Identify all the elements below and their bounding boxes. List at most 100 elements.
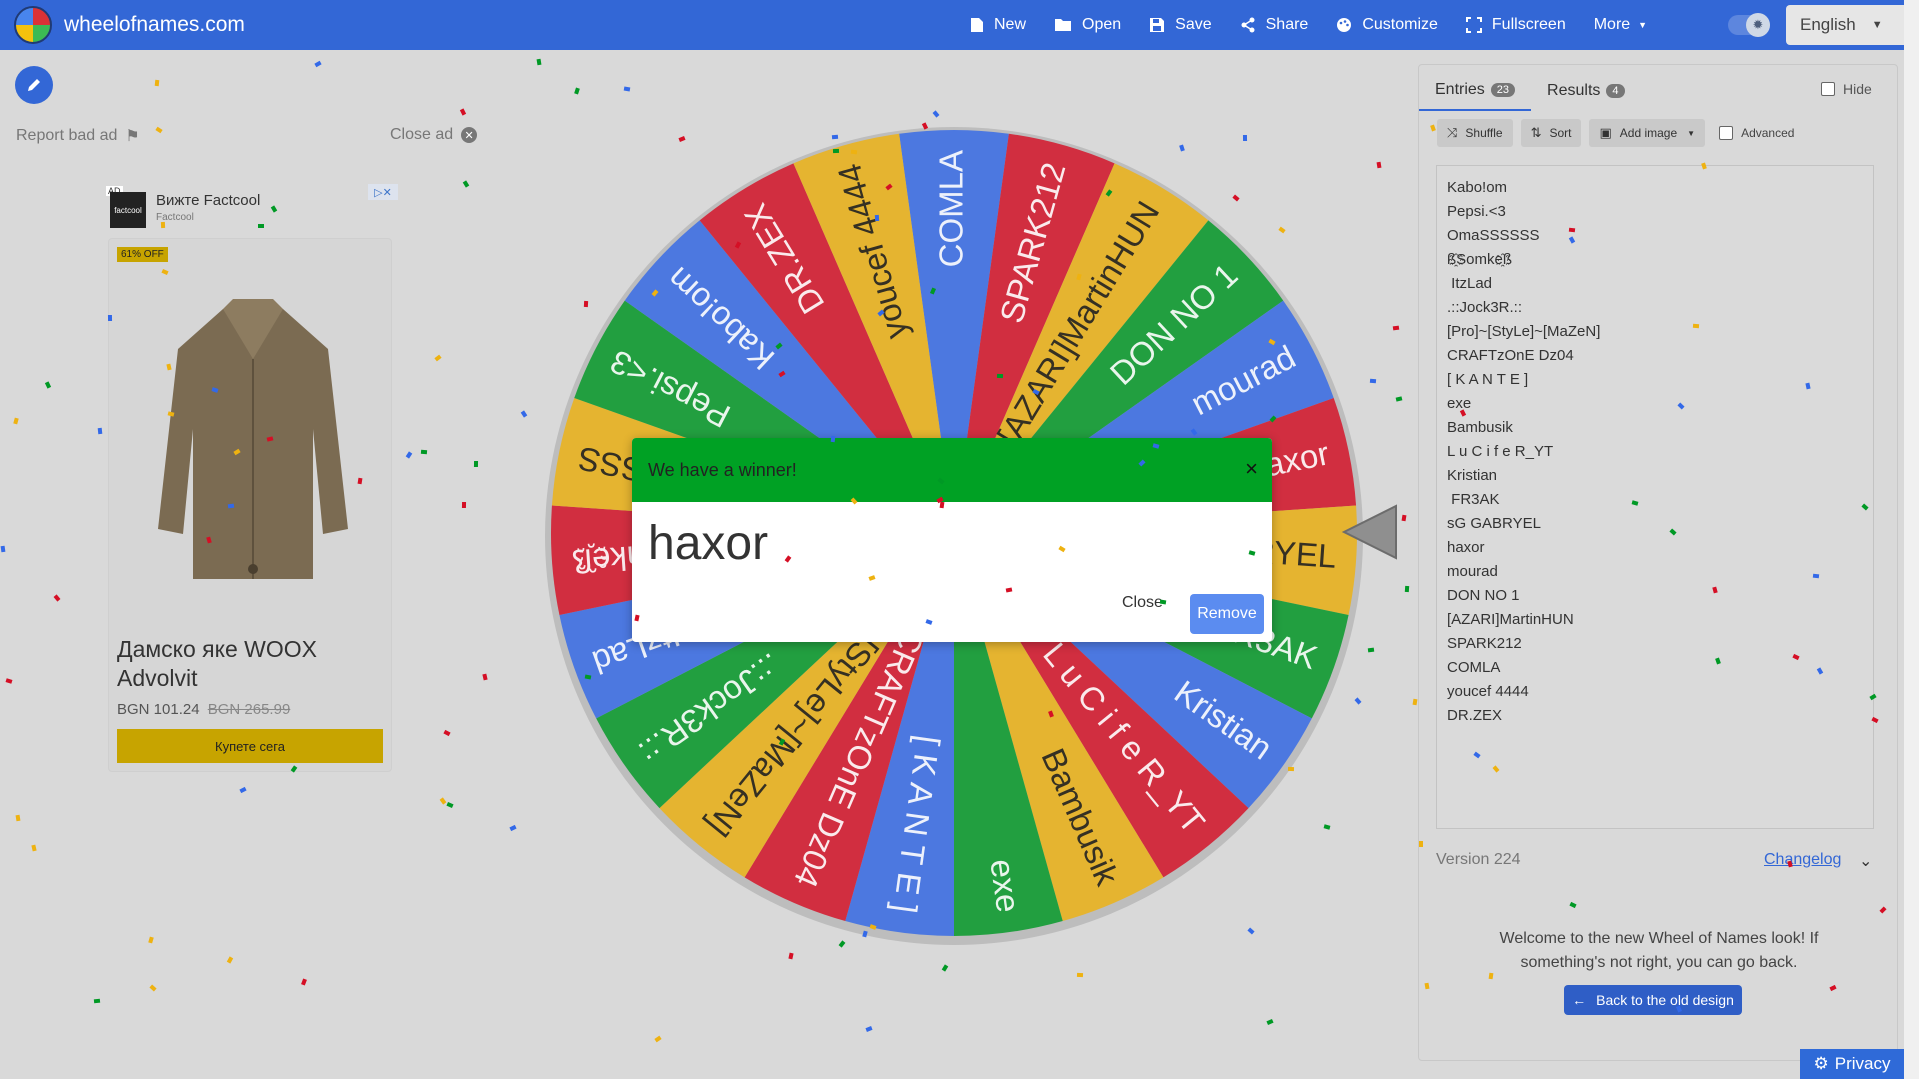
confetti-piece	[1812, 573, 1820, 579]
confetti-piece	[1404, 585, 1410, 593]
confetti-piece	[1419, 841, 1423, 847]
wheel-pointer-icon	[1341, 504, 1397, 560]
fullscreen-button[interactable]: Fullscreen	[1465, 16, 1566, 34]
tab-results-label: Results	[1547, 82, 1601, 99]
ad-buy-button[interactable]: Купете сега	[117, 729, 383, 763]
chevron-down-icon[interactable]: ⌄	[1859, 851, 1872, 871]
ad-product-title[interactable]: Дамско яке WOOX Advolvit	[117, 635, 387, 693]
winner-name: haxor	[648, 517, 769, 570]
confetti-piece	[939, 501, 945, 509]
advertiser-name[interactable]: Вижте Factcool	[156, 192, 260, 209]
close-ad-label: Close ad	[390, 126, 454, 143]
confetti-piece	[1287, 766, 1295, 772]
shuffle-label: Shuffle	[1465, 126, 1503, 140]
tab-entries-label: Entries	[1435, 81, 1485, 98]
old-design-button[interactable]: ← Back to the old design	[1564, 985, 1742, 1015]
advanced-checkbox[interactable]: Advanced	[1719, 126, 1794, 140]
jacket-image[interactable]	[153, 289, 353, 589]
checkbox-icon	[1719, 126, 1734, 140]
tab-results[interactable]: Results 4	[1531, 71, 1640, 111]
new-button[interactable]: New	[970, 16, 1026, 34]
dialog-remove-button[interactable]: Remove	[1190, 594, 1264, 634]
sort-label: Sort	[1549, 126, 1572, 140]
report-ad-label: Report bad ad	[16, 127, 118, 144]
confetti-piece	[1376, 161, 1382, 169]
add-image-label: Add image	[1619, 126, 1678, 140]
language-select[interactable]: English ▼	[1786, 5, 1908, 45]
advanced-label: Advanced	[1741, 126, 1795, 140]
share-button[interactable]: Share	[1240, 16, 1309, 34]
confetti-piece	[461, 501, 467, 509]
advertiser-logo: factcool	[110, 192, 146, 228]
close-icon[interactable]: ×	[1245, 456, 1258, 482]
dialog-close-button[interactable]: Close	[1122, 594, 1163, 612]
ad-current-price: BGN 101.24	[117, 701, 200, 718]
entry-line: Pepsi.<3	[1447, 203, 1506, 220]
customize-label: Customize	[1362, 16, 1438, 33]
share-label: Share	[1265, 16, 1309, 33]
old-design-label: Back to the old design	[1596, 992, 1734, 1008]
top-navbar: wheelofnames.com New Open Save Share Cus…	[0, 0, 1919, 50]
more-button[interactable]: More ▼	[1594, 16, 1647, 34]
confetti-piece	[831, 134, 839, 140]
entry-line: youcef 4444	[1447, 683, 1529, 700]
chevron-down-icon: ▼	[1687, 128, 1696, 138]
entry-line: FR3AK	[1447, 491, 1500, 508]
sort-button[interactable]: ⇅ Sort	[1520, 119, 1582, 147]
save-label: Save	[1175, 16, 1212, 33]
confetti-piece	[227, 503, 235, 509]
confetti-piece	[623, 86, 631, 92]
save-button[interactable]: Save	[1149, 16, 1212, 34]
tab-entries[interactable]: Entries 23	[1419, 71, 1532, 111]
entries-textarea[interactable]: Kabo!om Pepsi.<3 OmaSSSSSS ß҈Somke҈ß ItzLad…	[1436, 165, 1874, 829]
ad-choices-icon[interactable]: ▷✕	[368, 184, 398, 200]
confetti-piece	[97, 427, 103, 435]
privacy-button[interactable]: ⚙ Privacy	[1800, 1049, 1904, 1079]
report-ad-link[interactable]: Report bad ad ⚑	[16, 126, 140, 146]
confetti-piece	[258, 224, 264, 228]
close-ad-link[interactable]: Close ad ✕	[390, 126, 478, 144]
confetti-piece	[420, 449, 428, 455]
ad-card[interactable]: 61% OFF Дамско яке WOOX Advolvit BGN 101…	[108, 238, 392, 772]
welcome-message: Welcome to the new Wheel of Names look! …	[1499, 930, 1819, 971]
logo-icon	[14, 6, 52, 44]
confetti-piece	[996, 373, 1004, 379]
entry-line: mourad	[1447, 563, 1498, 580]
entry-line: OmaSSSSSS	[1447, 227, 1540, 244]
dialog-header: We have a winner! ×	[632, 438, 1272, 502]
language-label: English	[1800, 15, 1856, 34]
shuffle-button[interactable]: ⤨ Shuffle	[1437, 119, 1513, 147]
confetti-piece	[0, 545, 6, 553]
sun-icon: ✹	[1746, 13, 1770, 37]
confetti-piece	[584, 674, 592, 680]
confetti-piece	[1568, 227, 1576, 233]
entry-line: Kabo!om	[1447, 179, 1508, 196]
page-scrollbar[interactable]	[1904, 0, 1919, 1079]
dark-mode-toggle[interactable]: ✹	[1728, 13, 1770, 37]
close-circle-icon: ✕	[461, 127, 478, 143]
brand[interactable]: wheelofnames.com	[14, 6, 245, 44]
open-button[interactable]: Open	[1054, 16, 1121, 34]
chevron-down-icon: ▼	[1871, 19, 1883, 31]
fullscreen-icon	[1465, 17, 1482, 33]
edit-button[interactable]	[15, 66, 53, 104]
entry-line: ItzLad	[1447, 275, 1493, 292]
entry-line: CRAFTzOnE Dz04	[1447, 347, 1574, 364]
confetti-piece	[1367, 647, 1375, 653]
confetti-piece	[1488, 972, 1494, 980]
entry-line: Bambusik	[1447, 419, 1513, 436]
entry-line: Kristian	[1447, 467, 1498, 484]
entries-panel: Entries 23 Results 4 Hide ⤨ Shuffle ⇅ So…	[1418, 64, 1898, 1061]
customize-button[interactable]: Customize	[1336, 16, 1438, 34]
changelog-link[interactable]: Changelog	[1764, 851, 1841, 869]
hide-checkbox[interactable]: Hide	[1821, 81, 1872, 97]
discount-badge: 61% OFF	[117, 247, 168, 262]
add-image-button[interactable]: ▣ Add image ▼	[1589, 119, 1706, 147]
entry-line: [AZARI]MartinHUN	[1447, 611, 1574, 628]
nav-menu: New Open Save Share Customize Fullscreen…	[970, 0, 1675, 50]
sort-icon: ⇅	[1530, 125, 1542, 140]
confetti-piece	[832, 148, 840, 154]
pencil-icon	[28, 79, 40, 91]
more-label: More	[1593, 16, 1631, 33]
hide-label: Hide	[1843, 81, 1872, 97]
